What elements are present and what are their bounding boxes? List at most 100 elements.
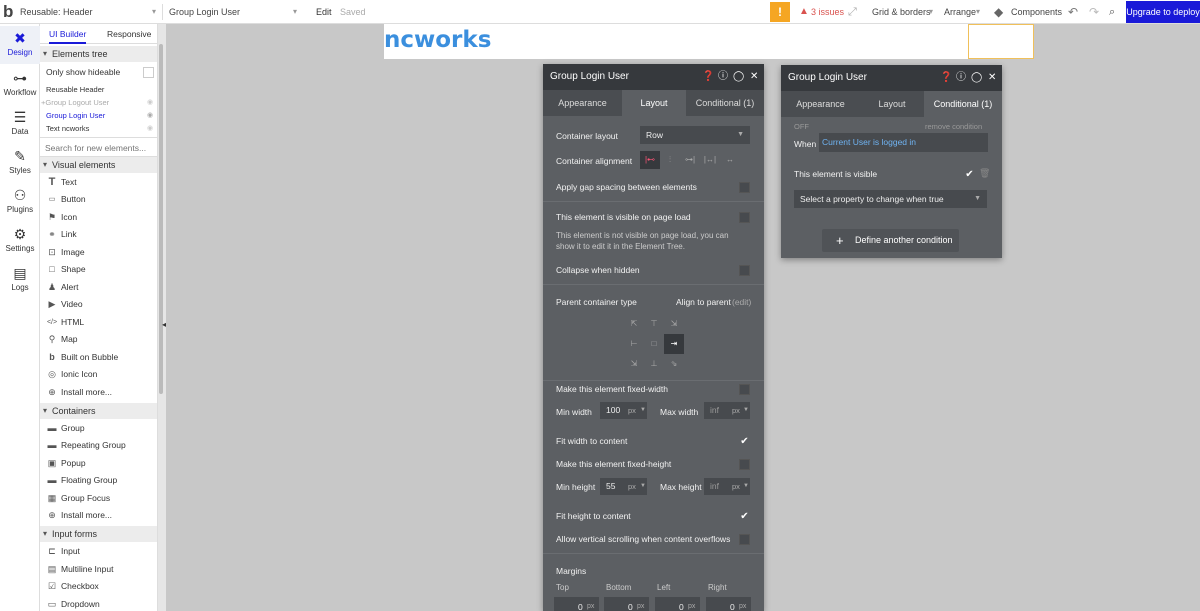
eye-icon[interactable]: ◉ [147, 124, 153, 132]
only-hideable-checkbox[interactable] [143, 67, 154, 78]
upgrade-button[interactable]: Upgrade to deploy [1126, 1, 1200, 23]
element-install-more[interactable]: ⊕ Install more... [40, 507, 157, 524]
element-multiline-input[interactable]: ▤ Multiline Input [40, 561, 157, 578]
space-around-icon[interactable]: ↔ [720, 151, 740, 169]
element-checkbox[interactable]: ☑ Checkbox [40, 578, 157, 595]
nav-logs[interactable]: ▤ Logs [0, 261, 40, 299]
element-text[interactable]: T Text [40, 174, 157, 191]
visual-elements-header[interactable]: Visual elements [40, 157, 157, 173]
trash-icon[interactable]: 🗑 [979, 168, 990, 179]
nav-styles[interactable]: ✎ Styles [0, 144, 40, 182]
nav-data[interactable]: ☰ Data [0, 105, 40, 143]
redo-icon[interactable]: ↷ [1089, 0, 1099, 24]
tab-ui-builder[interactable]: UI Builder [49, 24, 87, 44]
align-middle-left-icon[interactable]: ⊢ [624, 334, 644, 354]
element-html[interactable]: </> HTML [40, 314, 157, 331]
panel-title[interactable]: Group Login User [543, 64, 764, 90]
tree-item[interactable]: Text ncworks [40, 122, 157, 135]
collapse-checkbox[interactable] [739, 265, 750, 276]
min-height-input[interactable]: 55 px ▼ [600, 478, 647, 495]
tab-layout[interactable]: Layout [860, 91, 924, 117]
element-image[interactable]: ⊡ Image [40, 244, 157, 261]
panel-title[interactable]: Group Login User [781, 65, 1002, 91]
chevron-down-icon[interactable]: ▾ [976, 0, 980, 24]
align-top-right-icon[interactable]: ⇲ [664, 314, 684, 334]
edit-mode[interactable]: Edit [316, 0, 332, 24]
remove-condition-link[interactable]: remove condition [925, 122, 982, 131]
property-select[interactable]: Select a property to change when true ▼ [794, 190, 987, 208]
info-icon[interactable]: ⓘ [956, 65, 966, 91]
components-button[interactable]: Components [1011, 0, 1062, 24]
search-icon[interactable]: ⌕ [1109, 0, 1115, 24]
fit-width-checkbox[interactable]: ✔ [739, 436, 750, 447]
space-between-icon[interactable]: |↔| [700, 151, 720, 169]
canvas-group-outline[interactable] [968, 24, 1034, 59]
define-condition-button[interactable]: + Define another condition [822, 229, 959, 252]
input-forms-header[interactable]: Input forms [40, 526, 157, 542]
tab-responsive[interactable]: Responsive [107, 24, 151, 44]
element-input[interactable]: ⊏ Input [40, 543, 157, 560]
element-icon[interactable]: ⚑ Icon [40, 209, 157, 226]
arrange-menu[interactable]: Arrange [944, 0, 976, 24]
margin-right-input[interactable]: 0 px [706, 597, 751, 611]
element-built-on-bubble[interactable]: b Built on Bubble [40, 349, 157, 366]
fixed-width-checkbox[interactable] [739, 384, 750, 395]
align-right-icon[interactable]: ⊶| [680, 151, 700, 169]
align-bottom-right-icon[interactable]: ⇘ [664, 354, 684, 374]
align-middle-right-icon[interactable]: ⇥ [664, 334, 684, 354]
close-icon[interactable]: ✕ [750, 64, 758, 90]
chevron-down-icon[interactable]: ▾ [293, 0, 297, 24]
fixed-height-checkbox[interactable] [739, 459, 750, 470]
element-alert[interactable]: ♟ Alert [40, 279, 157, 296]
condition-expression[interactable]: Current User is logged in [819, 133, 988, 152]
page-selector[interactable]: Reusable: Header [20, 0, 93, 24]
nav-design[interactable]: ✖ Design [0, 26, 40, 64]
tab-conditional[interactable]: Conditional (1) [924, 91, 1002, 117]
tab-conditional[interactable]: Conditional (1) [686, 90, 764, 116]
tab-appearance[interactable]: Appearance [781, 91, 860, 117]
help-icon[interactable]: ❓ [940, 65, 952, 91]
element-shape[interactable]: □ Shape [40, 261, 157, 278]
align-top-center-icon[interactable]: ⊤ [644, 314, 664, 334]
margin-left-input[interactable]: 0 px [655, 597, 700, 611]
eye-icon[interactable]: ◉ [147, 98, 153, 106]
eye-icon[interactable]: ◉ [147, 111, 153, 119]
info-icon[interactable]: ⓘ [718, 64, 728, 90]
element-group[interactable]: ▬ Group [40, 420, 157, 437]
help-icon[interactable]: ❓ [702, 64, 714, 90]
tree-item[interactable]: +Group Logout User [40, 96, 157, 109]
tree-scroll-thumb[interactable] [159, 44, 163, 394]
canvas-title[interactable]: ncworks [384, 27, 491, 53]
element-map[interactable]: ⚲ Map [40, 331, 157, 348]
parent-type-edit[interactable]: (edit) [732, 297, 751, 307]
collapse-panel-icon[interactable]: ◂ [162, 320, 166, 329]
vertical-scroll-checkbox[interactable] [739, 534, 750, 545]
comment-icon[interactable]: ◯ [733, 64, 744, 90]
tab-appearance[interactable]: Appearance [543, 90, 622, 116]
element-button[interactable]: ▭ Button [40, 191, 157, 208]
element-install-more[interactable]: ⊕ Install more... [40, 384, 157, 401]
element-ionic-icon[interactable]: ◎ Ionic Icon [40, 366, 157, 383]
max-height-input[interactable]: inf px ▼ [704, 478, 750, 495]
container-layout-select[interactable]: Row ▼ [640, 126, 750, 144]
elements-tree-header[interactable]: Elements tree [40, 46, 157, 62]
chevron-down-icon[interactable]: ▾ [929, 0, 933, 24]
chevron-down-icon[interactable]: ▾ [152, 0, 156, 24]
align-bottom-left-icon[interactable]: ⇲ [624, 354, 644, 374]
nav-settings[interactable]: ⚙ Settings [0, 222, 40, 260]
issues-icon[interactable]: ▲ [799, 0, 809, 24]
warning-icon[interactable]: ! [770, 2, 790, 22]
undo-icon[interactable]: ↶ [1068, 0, 1078, 24]
align-center-icon[interactable]: □ [644, 334, 664, 354]
bubble-logo[interactable]: b [3, 2, 13, 22]
condition-off-toggle[interactable]: OFF [794, 122, 809, 131]
margin-top-input[interactable]: 0 px [554, 597, 599, 611]
comment-icon[interactable]: ◯ [971, 65, 982, 91]
visible-property-checkbox[interactable]: ✔ [964, 169, 975, 180]
min-width-input[interactable]: 100 px ▼ [600, 402, 647, 419]
align-bottom-center-icon[interactable]: ⊥ [644, 354, 664, 374]
align-center-icon[interactable]: ⫶ [660, 151, 680, 169]
element-floating-group[interactable]: ▬ Floating Group [40, 472, 157, 489]
gap-checkbox[interactable] [739, 182, 750, 193]
tree-item[interactable]: Reusable Header [40, 83, 157, 96]
